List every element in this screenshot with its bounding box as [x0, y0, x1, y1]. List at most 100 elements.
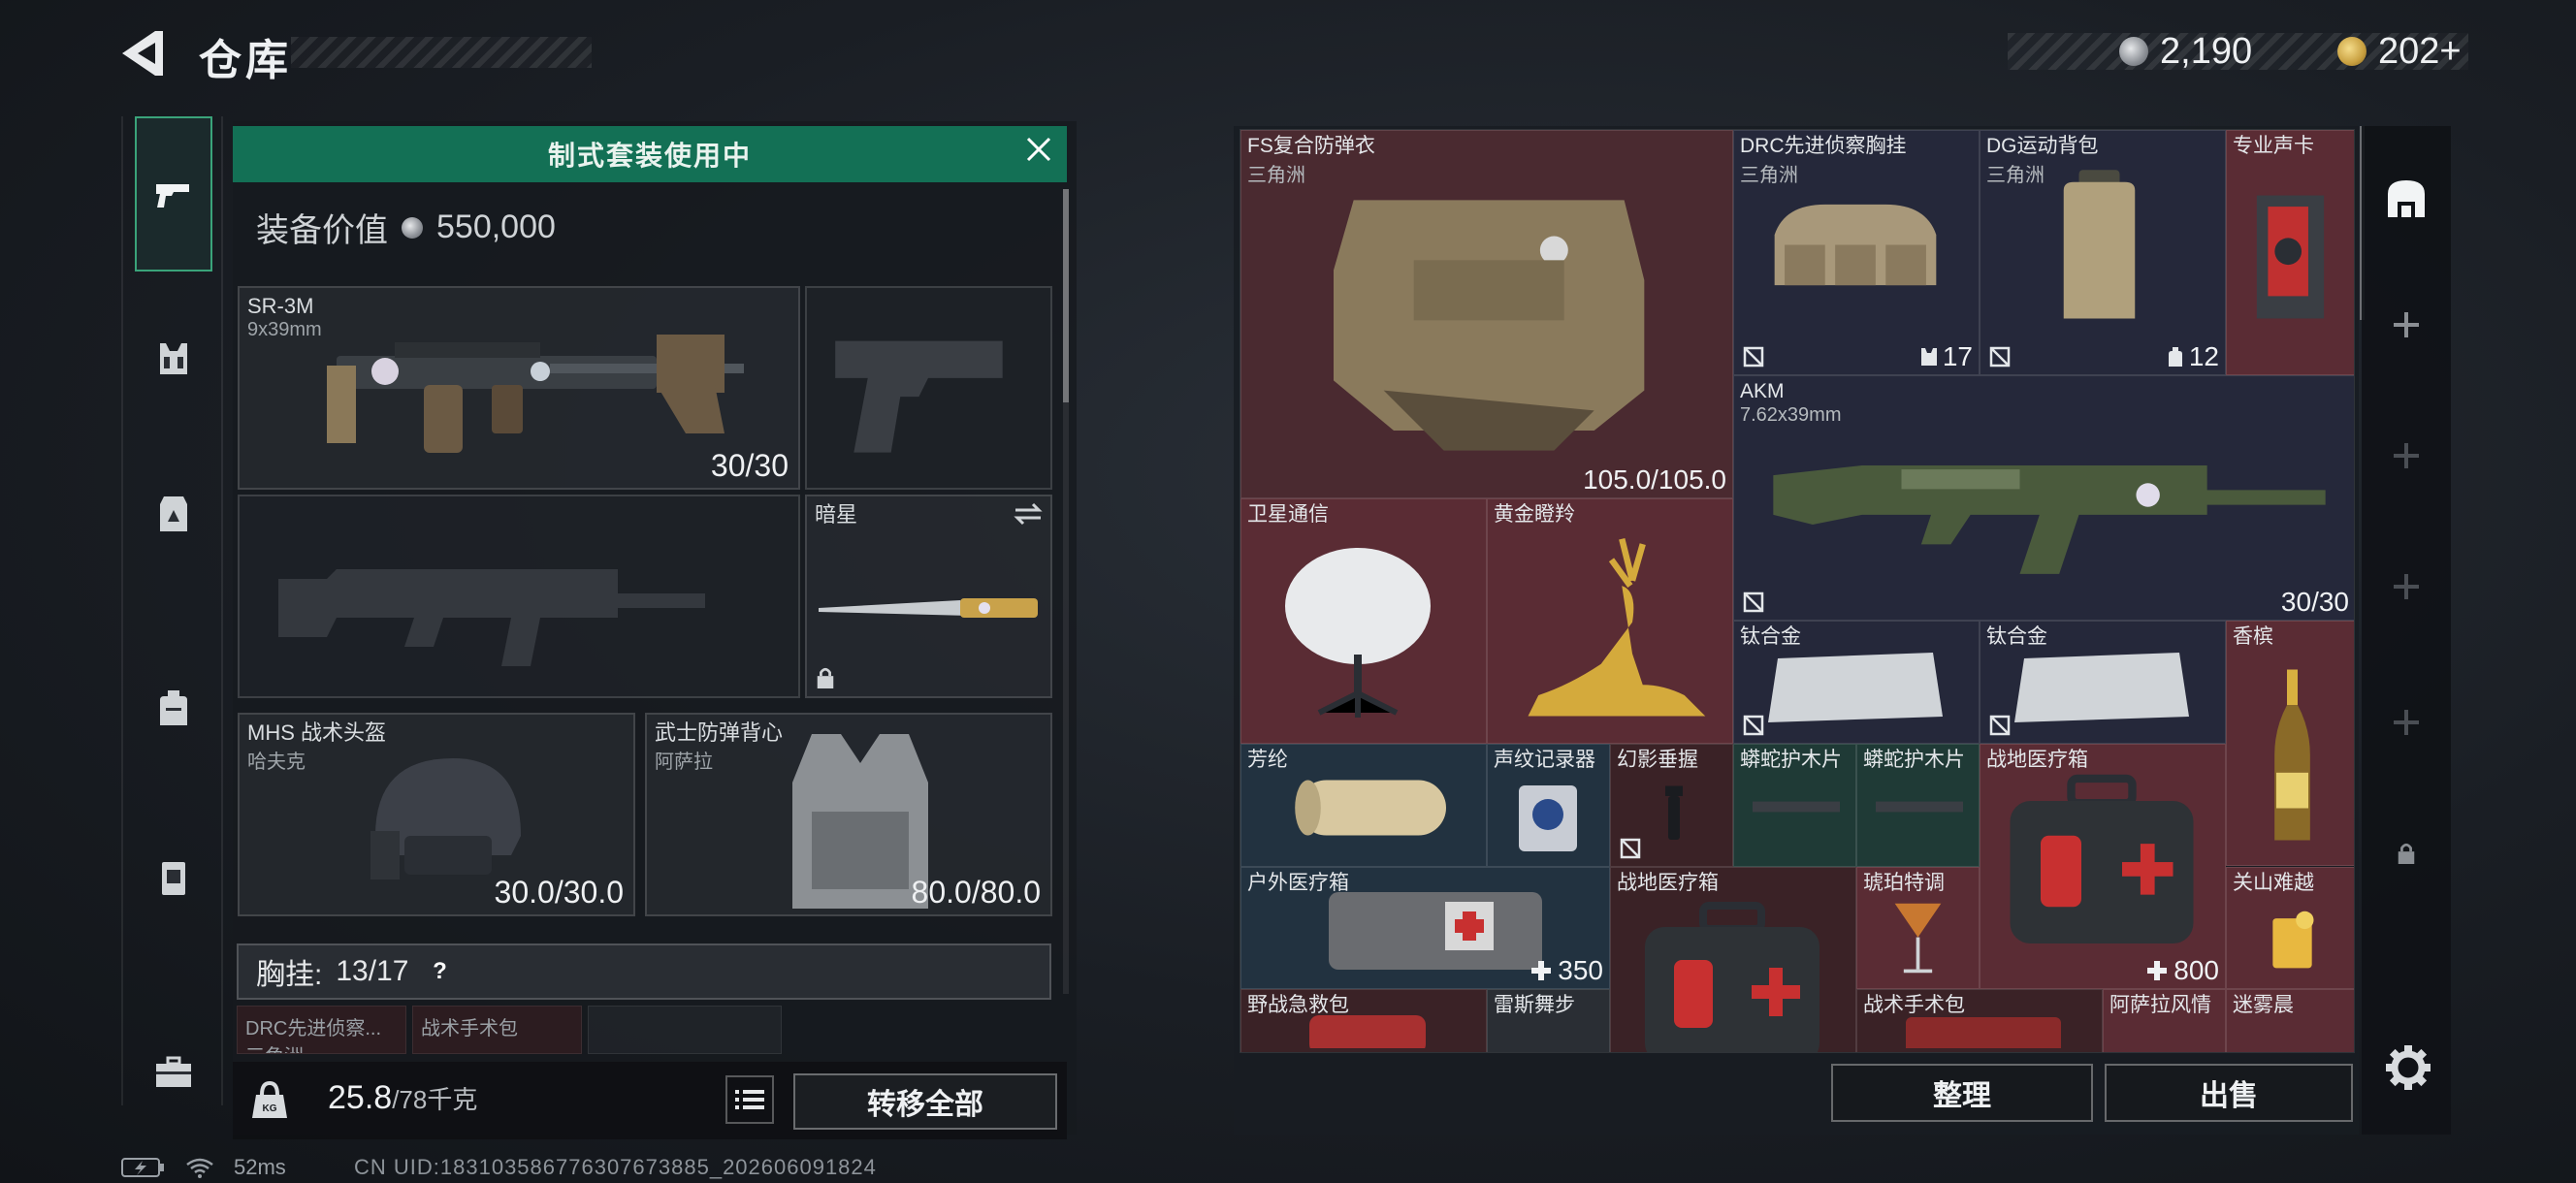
back-button[interactable] [116, 27, 175, 80]
inventory-item-champagne[interactable]: 香槟 [2226, 621, 2354, 866]
add-storage-page-button[interactable] [2382, 562, 2431, 611]
body-armor-image [1334, 200, 1645, 451]
chest-rig-capacity: 13/17 [336, 955, 409, 987]
chest-item-slot[interactable] [588, 1006, 782, 1054]
currency-silver[interactable]: 2,190 [2119, 27, 2252, 76]
inventory-item-phantom-grip[interactable]: 幻影垂握 [1610, 744, 1733, 867]
currency-gold[interactable]: 202+ [2337, 27, 2462, 76]
banner-close-button[interactable] [1018, 129, 1059, 170]
inventory-item-field-med-box[interactable]: 战地医疗箱 800 [1980, 744, 2226, 989]
item-sub: 三角洲 [1740, 165, 1798, 186]
loadout-scroll-thumb[interactable] [1063, 189, 1069, 402]
inventory-item-golden-deer[interactable]: 黄金瞪羚 [1487, 498, 1733, 744]
inventory-item-amber-drink[interactable]: 琥珀特调 [1856, 867, 1980, 989]
tab-armor[interactable] [135, 475, 212, 553]
inventory-item-titanium[interactable]: 钛合金 [1733, 621, 1980, 744]
weight-bar: KG 25.8/78千克 转移全部 [233, 1062, 1067, 1139]
armor-brand: 阿萨拉 [655, 751, 713, 773]
item-name: 阿萨拉风情 [2109, 994, 2211, 1016]
close-icon [1026, 137, 1051, 162]
tab-chest-rig[interactable] [135, 320, 212, 398]
titanium-ingot-image [2014, 653, 2189, 722]
foregrip-image [1665, 785, 1683, 840]
storage-home-tab[interactable] [2382, 175, 2431, 223]
recorder-image [1519, 785, 1577, 851]
transfer-all-button[interactable]: 转移全部 [793, 1073, 1057, 1130]
help-icon[interactable]: ? [422, 954, 457, 989]
max-weight: /78千克 [392, 1085, 478, 1114]
tab-weapons[interactable] [135, 116, 212, 272]
gold-coin-icon [2337, 37, 2367, 66]
cocktail-image [1894, 903, 1942, 974]
inventory-item-rhys-dance[interactable]: 雷斯舞步 [1487, 989, 1610, 1052]
inventory-item-outdoor-med-box[interactable]: 户外医疗箱 350 [1240, 867, 1610, 989]
item-name: 声纹记录器 [1494, 749, 1595, 771]
silver-coin-icon [402, 216, 423, 239]
pistol-icon [156, 184, 189, 208]
item-capacity-value: 17 [1942, 341, 1973, 371]
inventory-item-sound-card[interactable]: 专业声卡 [2226, 130, 2354, 375]
chest-rig-header[interactable]: 胸挂: 13/17 ? [237, 943, 1051, 1000]
inventory-item-voice-recorder[interactable]: 声纹记录器 [1487, 744, 1610, 867]
item-name: DRC先进侦察胸挂 [1740, 135, 1907, 157]
list-view-button[interactable] [725, 1075, 774, 1124]
inventory-item-sat-comm[interactable]: 卫星通信 [1240, 498, 1487, 744]
inventory-item-surgery-kit[interactable]: 战术手术包 [1856, 989, 2103, 1052]
kettlebell-icon: KG [252, 1080, 287, 1118]
secondary-weapon-slot[interactable] [238, 495, 800, 698]
chest-item-slot[interactable]: DRC先进侦察... 三角洲 [237, 1006, 406, 1054]
inventory-item-fs-armor[interactable]: FS复合防弹衣 三角洲 105.0/105.0 [1240, 130, 1733, 498]
inventory-item-guanshan[interactable]: 关山难越 [2226, 867, 2354, 989]
no-insurance-icon [1743, 715, 1764, 736]
add-storage-page-button[interactable] [2382, 698, 2431, 747]
plus-icon [2394, 312, 2419, 337]
inventory-item-drc-rig[interactable]: DRC先进侦察胸挂 三角洲 17 [1733, 130, 1980, 375]
title-decoration [291, 37, 592, 68]
champagne-bottle-image [2274, 669, 2310, 841]
item-heal-value: 350 [1530, 955, 1603, 986]
inventory-item-dg-pack[interactable]: DG运动背包 三角洲 12 [1980, 130, 2226, 375]
inventory-item-asala-style[interactable]: 阿萨拉风情 [2103, 989, 2226, 1052]
locked-storage-page[interactable] [2382, 829, 2431, 878]
tab-case[interactable] [135, 839, 212, 916]
primary-weapon-name: SR-3M [247, 294, 314, 318]
no-insurance-icon [1989, 715, 2011, 736]
primary-weapon-caliber: 9x39mm [247, 319, 322, 340]
tab-backpack[interactable] [135, 669, 212, 747]
swap-icon[interactable] [1014, 502, 1043, 526]
chest-item-slot[interactable]: 战术手术包 [412, 1006, 582, 1054]
backpack-icon [2168, 347, 2182, 367]
inventory-item-akm[interactable]: AKM 7.62x39mm 30/30 [1733, 375, 2354, 621]
inventory-item-field-med-box[interactable]: 战地医疗箱 [1610, 867, 1856, 1052]
inventory-item-field-first-aid[interactable]: 野战急救包 [1240, 989, 1487, 1052]
armor-slot[interactable]: 武士防弹背心 阿萨拉 80.0/80.0 [645, 713, 1052, 916]
satellite-dish-image [1285, 548, 1431, 718]
silver-coin-icon [2119, 37, 2148, 66]
add-storage-page-button[interactable] [2382, 432, 2431, 480]
preset-banner: 制式套装使用中 [233, 126, 1067, 182]
primary-weapon-slot[interactable]: SR-3M 9x39mm 30/30 [238, 286, 800, 490]
item-name: 户外医疗箱 [1247, 872, 1349, 894]
add-storage-page-button[interactable] [2382, 301, 2431, 349]
inventory-item-aramid[interactable]: 芳纶 [1240, 744, 1487, 867]
item-name: 关山难越 [2233, 872, 2314, 894]
helmet-slot[interactable]: MHS 战术头盔 哈夫克 30.0/30.0 [238, 713, 635, 916]
inventory-item-viper-handguard[interactable]: 蟒蛇护木片 [1856, 744, 1980, 867]
weight-icon-label: KG [263, 1103, 277, 1114]
inventory-item-mist-morning[interactable]: 迷雾晨 [2226, 989, 2354, 1052]
pistol-slot[interactable] [805, 286, 1052, 490]
tab-toolbox[interactable] [135, 1033, 212, 1110]
titanium-ingot-image [1768, 653, 1943, 722]
inventory-item-viper-handguard[interactable]: 蟒蛇护木片 [1733, 744, 1856, 867]
settings-button[interactable] [2384, 1043, 2432, 1092]
inventory-item-titanium[interactable]: 钛合金 [1980, 621, 2226, 744]
sell-button[interactable]: 出售 [2105, 1064, 2353, 1122]
plus-icon [2147, 961, 2168, 980]
rail-cover-image [1753, 801, 1840, 813]
equipment-value: 装备价值 550,000 [256, 204, 556, 251]
golden-gazelle-image [1528, 537, 1706, 717]
gold-amount: 202+ [2378, 30, 2462, 72]
sort-button[interactable]: 整理 [1831, 1064, 2093, 1122]
melee-slot[interactable]: 暗星 [805, 495, 1052, 698]
storage-icon [2388, 180, 2425, 217]
